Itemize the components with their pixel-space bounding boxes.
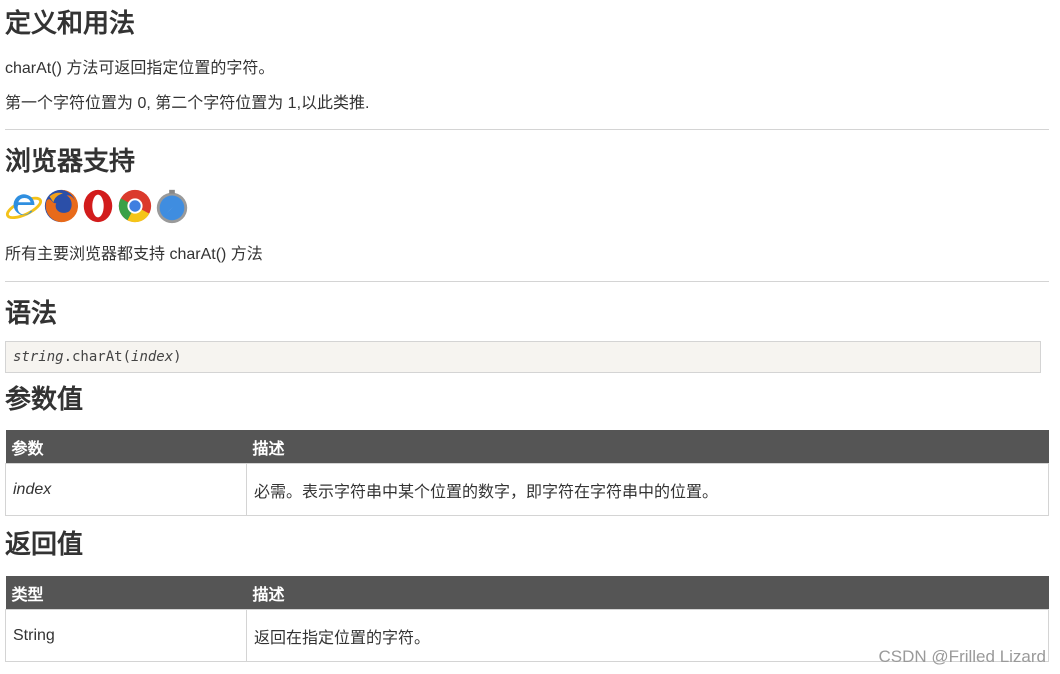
ie-icon [5,194,43,220]
table-header-cell: 参数 [5,430,247,464]
table-row: index 必需。表示字符串中某个位置的数字，即字符在字符串中的位置。 [5,463,1049,516]
code-object: string [13,349,64,365]
browser-support-heading: 浏览器支持 [5,147,136,177]
table-header-cell: 描述 [246,430,1049,464]
divider [5,129,1049,130]
table-header-cell: 描述 [246,576,1049,610]
param-description-cell: 必需。表示字符串中某个位置的数字，即字符在字符串中的位置。 [246,463,1049,516]
code-close: ) [173,349,182,365]
divider [5,281,1049,282]
browser-support-text: 所有主要浏览器都支持 charAt() 方法 [5,246,263,263]
definition-line-1: charAt() 方法可返回指定位置的字符。 [5,60,275,77]
watermark: CSDN @Frilled Lizard [878,647,1046,666]
table-header-cell: 类型 [5,576,247,610]
parameters-heading: 参数值 [5,385,84,415]
syntax-code-block: string.charAt(index) [5,341,1041,373]
chrome-icon [118,189,152,223]
definition-line-2: 第一个字符位置为 0, 第二个字符位置为 1,以此类推. [5,95,370,112]
safari-icon [156,189,188,224]
param-name-cell: index [5,463,247,516]
firefox-icon [44,189,79,223]
table-header-row: 类型 描述 [5,576,1049,610]
return-value-heading: 返回值 [5,530,84,560]
return-type-cell: String [5,609,247,662]
browser-icons-row [5,187,190,227]
parameters-table: 参数 描述 index 必需。表示字符串中某个位置的数字，即字符在字符串中的位置… [5,430,1049,516]
syntax-heading: 语法 [5,299,58,329]
table-header-row: 参数 描述 [5,430,1049,464]
code-method: .charAt( [63,349,132,365]
definition-heading: 定义和用法 [5,9,136,39]
code-param: index [131,349,174,365]
opera-icon [83,189,113,223]
